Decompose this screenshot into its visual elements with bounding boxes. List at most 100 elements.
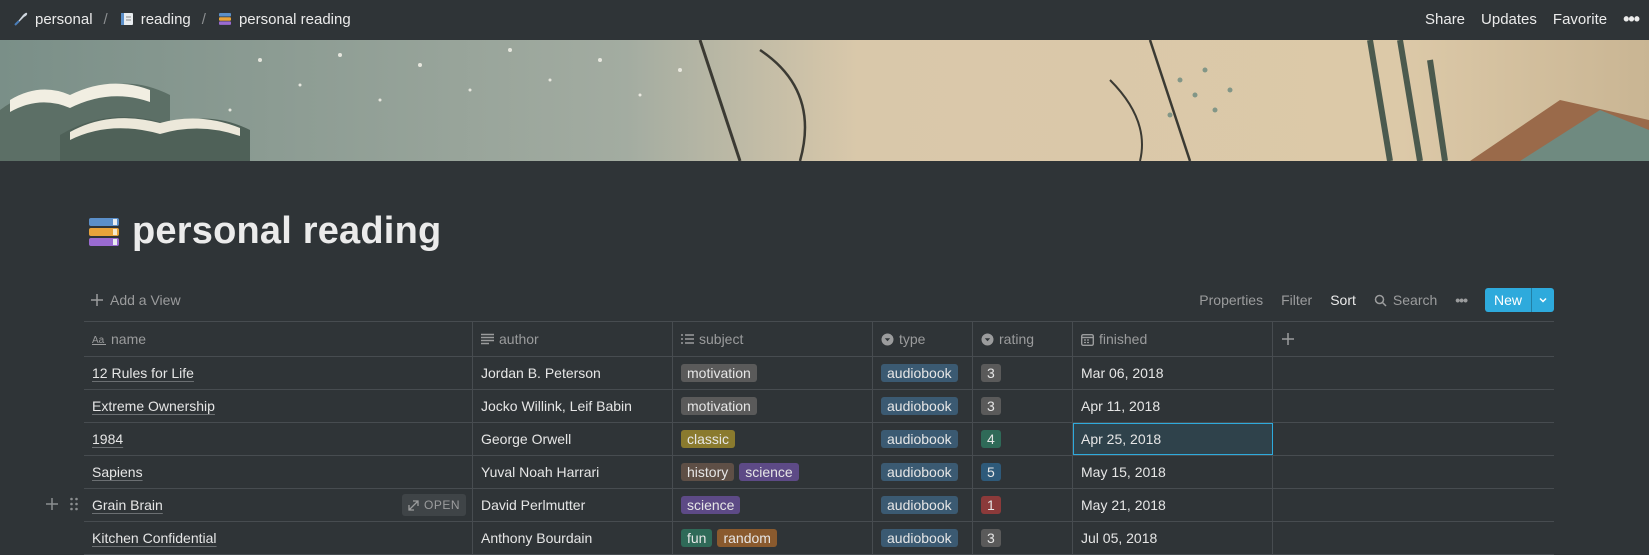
- author-text: Jordan B. Peterson: [481, 365, 601, 381]
- table-row[interactable]: Sapiens Yuval Noah Harrari history scien…: [84, 456, 1554, 489]
- books-icon[interactable]: [86, 214, 122, 250]
- open-row-button[interactable]: OPEN: [401, 494, 466, 516]
- cell-name[interactable]: Extreme Ownership: [84, 390, 473, 422]
- column-header-type[interactable]: type: [873, 322, 973, 356]
- table-row[interactable]: 12 Rules for Life Jordan B. Peterson mot…: [84, 357, 1554, 390]
- breadcrumb-label: reading: [140, 10, 191, 28]
- column-header-name[interactable]: Aa name: [84, 322, 473, 356]
- cell-subject[interactable]: classic: [673, 423, 873, 455]
- subject-tag: science: [739, 463, 799, 481]
- cell-author[interactable]: Jocko Willink, Leif Babin: [473, 390, 673, 422]
- cell-empty: [1273, 489, 1554, 521]
- cell-author[interactable]: Anthony Bourdain: [473, 522, 673, 554]
- cell-finished[interactable]: Apr 11, 2018: [1073, 390, 1273, 422]
- cell-subject[interactable]: history science: [673, 456, 873, 488]
- cell-finished[interactable]: May 21, 2018: [1073, 489, 1273, 521]
- cell-name[interactable]: Kitchen Confidential: [84, 522, 473, 554]
- sort-button[interactable]: Sort: [1330, 292, 1356, 308]
- cell-subject[interactable]: fun random: [673, 522, 873, 554]
- cell-subject[interactable]: motivation: [673, 357, 873, 389]
- drag-handle-icon[interactable]: [69, 497, 79, 511]
- breadcrumb-separator: /: [201, 10, 206, 28]
- cell-rating[interactable]: 3: [973, 357, 1073, 389]
- cell-finished[interactable]: May 15, 2018: [1073, 456, 1273, 488]
- cell-rating[interactable]: 5: [973, 456, 1073, 488]
- rating-tag: 3: [981, 529, 1001, 547]
- author-text: Jocko Willink, Leif Babin: [481, 398, 632, 414]
- row-title[interactable]: Kitchen Confidential: [92, 530, 217, 546]
- new-button[interactable]: New: [1484, 288, 1554, 312]
- cell-finished[interactable]: Mar 06, 2018: [1073, 357, 1273, 389]
- add-column-button[interactable]: [1273, 322, 1554, 356]
- cell-empty: [1273, 357, 1554, 389]
- table-row[interactable]: 1984 George Orwell classic audiobook 4 A…: [84, 423, 1554, 456]
- cell-rating[interactable]: 4: [973, 423, 1073, 455]
- cell-rating[interactable]: 1: [973, 489, 1073, 521]
- properties-button[interactable]: Properties: [1199, 292, 1263, 308]
- column-header-subject[interactable]: subject: [673, 322, 873, 356]
- cell-type[interactable]: audiobook: [873, 423, 973, 455]
- cell-finished[interactable]: Jul 05, 2018: [1073, 522, 1273, 554]
- row-title[interactable]: 12 Rules for Life: [92, 365, 194, 381]
- row-title[interactable]: Grain Brain: [92, 497, 163, 513]
- rating-tag: 3: [981, 364, 1001, 382]
- cell-subject[interactable]: motivation: [673, 390, 873, 422]
- chevron-down-icon[interactable]: [1531, 288, 1554, 312]
- table-row-hovered[interactable]: Grain Brain OPEN David Perlmutter scienc…: [84, 489, 1554, 522]
- row-title[interactable]: Sapiens: [92, 464, 143, 480]
- type-tag: audiobook: [881, 496, 958, 514]
- column-label: name: [111, 331, 147, 347]
- updates-button[interactable]: Updates: [1481, 11, 1537, 28]
- more-icon[interactable]: •••: [1455, 292, 1468, 308]
- page-title-text[interactable]: personal reading: [132, 210, 441, 253]
- search-button[interactable]: Search: [1374, 292, 1437, 308]
- cell-type[interactable]: audiobook: [873, 489, 973, 521]
- cell-name[interactable]: 12 Rules for Life: [84, 357, 473, 389]
- cell-name[interactable]: Grain Brain OPEN: [84, 489, 473, 521]
- cell-type[interactable]: audiobook: [873, 522, 973, 554]
- row-title[interactable]: Extreme Ownership: [92, 398, 215, 414]
- row-title[interactable]: 1984: [92, 431, 123, 447]
- favorite-button[interactable]: Favorite: [1553, 11, 1607, 28]
- breadcrumb-item-personal[interactable]: personal: [10, 9, 96, 30]
- cell-author[interactable]: David Perlmutter: [473, 489, 673, 521]
- finished-date: Mar 06, 2018: [1081, 365, 1164, 381]
- new-button-label[interactable]: New: [1485, 288, 1531, 312]
- rating-tag: 5: [981, 463, 1001, 481]
- subject-tag: science: [681, 496, 741, 514]
- cell-rating[interactable]: 3: [973, 390, 1073, 422]
- breadcrumb: personal / reading / personal reading: [10, 9, 354, 30]
- column-label: finished: [1099, 331, 1148, 347]
- cell-author[interactable]: Yuval Noah Harrari: [473, 456, 673, 488]
- column-header-author[interactable]: author: [473, 322, 673, 356]
- add-view-button[interactable]: Add a View: [84, 292, 181, 308]
- column-header-rating[interactable]: rating: [973, 322, 1073, 356]
- cell-name[interactable]: Sapiens: [84, 456, 473, 488]
- cell-type[interactable]: audiobook: [873, 390, 973, 422]
- cell-finished-selected[interactable]: Apr 25, 2018: [1073, 423, 1273, 455]
- table-row[interactable]: Kitchen Confidential Anthony Bourdain fu…: [84, 522, 1554, 555]
- cell-subject[interactable]: science: [673, 489, 873, 521]
- breadcrumb-item-reading[interactable]: reading: [116, 9, 194, 30]
- column-header-finished[interactable]: finished: [1073, 322, 1273, 356]
- type-tag: audiobook: [881, 430, 958, 448]
- share-button[interactable]: Share: [1425, 11, 1465, 28]
- finished-date: Apr 11, 2018: [1081, 398, 1161, 414]
- cell-author[interactable]: Jordan B. Peterson: [473, 357, 673, 389]
- notebook-icon: [119, 11, 135, 27]
- cell-type[interactable]: audiobook: [873, 456, 973, 488]
- rating-tag: 3: [981, 397, 1001, 415]
- cell-type[interactable]: audiobook: [873, 357, 973, 389]
- filter-button[interactable]: Filter: [1281, 292, 1312, 308]
- author-text: Yuval Noah Harrari: [481, 464, 600, 480]
- cell-name[interactable]: 1984: [84, 423, 473, 455]
- table-row[interactable]: Extreme Ownership Jocko Willink, Leif Ba…: [84, 390, 1554, 423]
- cell-author[interactable]: George Orwell: [473, 423, 673, 455]
- table-header: Aa name author subject type rating finis…: [84, 321, 1554, 357]
- breadcrumb-item-personal-reading[interactable]: personal reading: [214, 9, 354, 30]
- more-icon[interactable]: •••: [1623, 9, 1640, 30]
- page-title[interactable]: personal reading: [86, 210, 441, 253]
- cell-rating[interactable]: 3: [973, 522, 1073, 554]
- plus-icon[interactable]: [45, 497, 59, 511]
- cover-image[interactable]: [0, 40, 1649, 161]
